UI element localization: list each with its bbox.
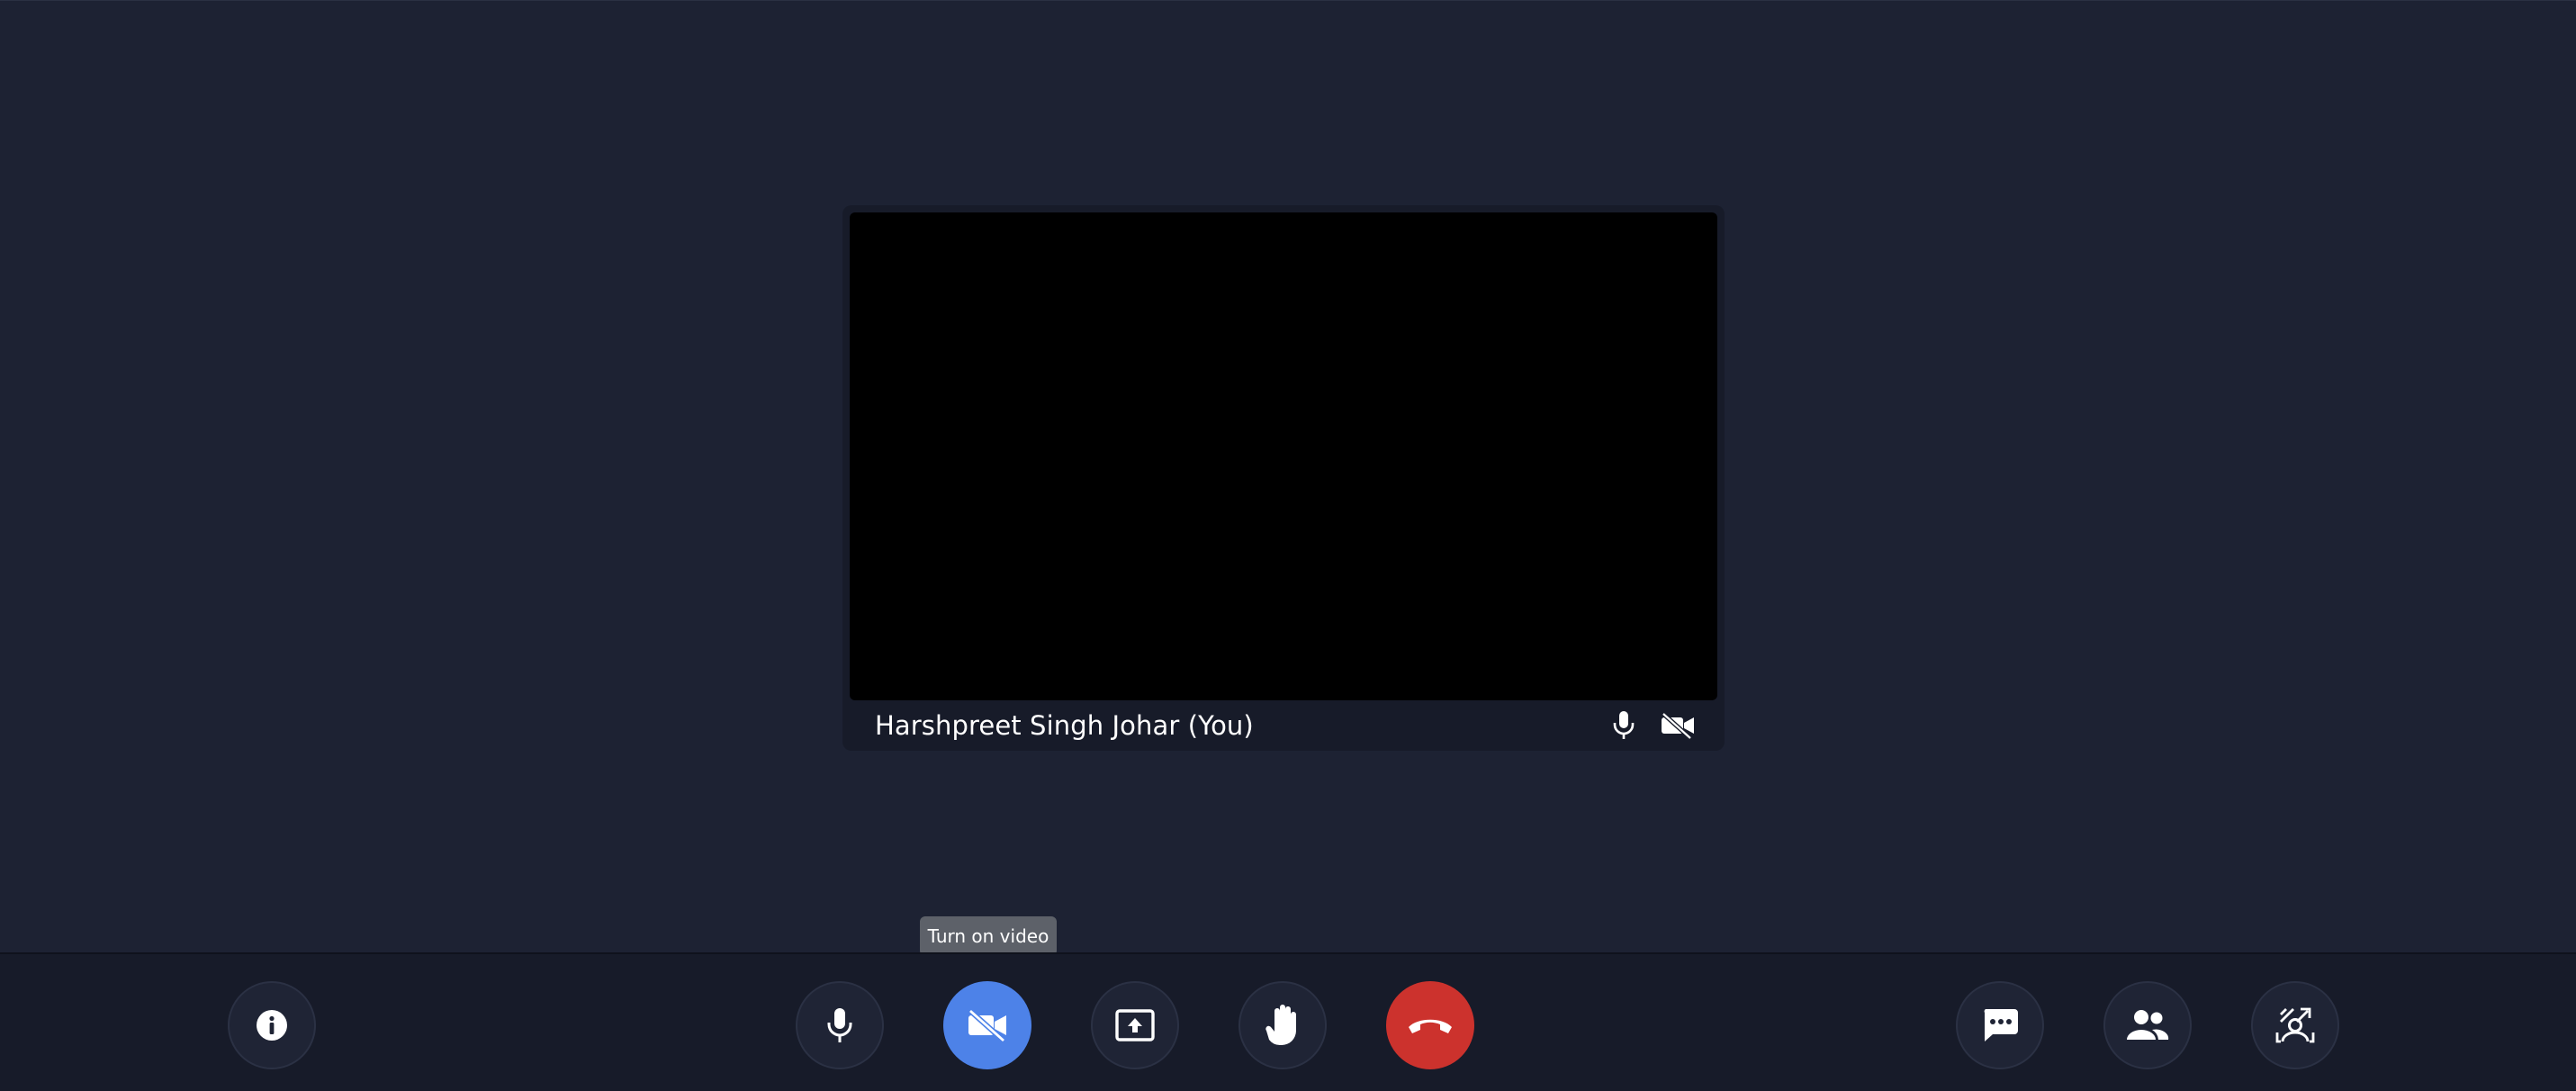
mic-icon bbox=[1608, 709, 1640, 742]
people-icon bbox=[2125, 1008, 2170, 1042]
meeting-stage: Harshpreet Singh Johar (You) bbox=[0, 0, 2576, 952]
participant-video bbox=[850, 212, 1717, 700]
phone-hangup-icon bbox=[1407, 1014, 1454, 1036]
share-screen-button[interactable] bbox=[1091, 981, 1179, 1069]
mic-icon bbox=[826, 1006, 853, 1044]
background-effects-button[interactable] bbox=[2251, 981, 2339, 1069]
call-toolbar bbox=[0, 952, 2576, 1091]
video-toggle-button[interactable] bbox=[943, 981, 1031, 1069]
meeting-info-button[interactable] bbox=[228, 981, 316, 1069]
video-tooltip: Turn on video bbox=[920, 916, 1057, 956]
raise-hand-button[interactable] bbox=[1238, 981, 1327, 1069]
participant-footer: Harshpreet Singh Johar (You) bbox=[842, 700, 1725, 751]
video-off-icon bbox=[966, 1008, 1009, 1042]
participant-tile: Harshpreet Singh Johar (You) bbox=[842, 205, 1725, 751]
present-screen-icon bbox=[1114, 1007, 1156, 1043]
info-icon bbox=[255, 1008, 289, 1042]
microphone-button[interactable] bbox=[796, 981, 884, 1069]
hand-icon bbox=[1265, 1003, 1301, 1048]
participants-button[interactable] bbox=[2103, 981, 2192, 1069]
leave-call-button[interactable] bbox=[1386, 981, 1474, 1069]
background-effects-icon bbox=[2274, 1005, 2317, 1045]
chat-icon bbox=[1980, 1006, 2020, 1044]
video-off-icon bbox=[1658, 709, 1698, 742]
chat-button[interactable] bbox=[1956, 981, 2044, 1069]
participant-name: Harshpreet Singh Johar (You) bbox=[875, 710, 1254, 741]
